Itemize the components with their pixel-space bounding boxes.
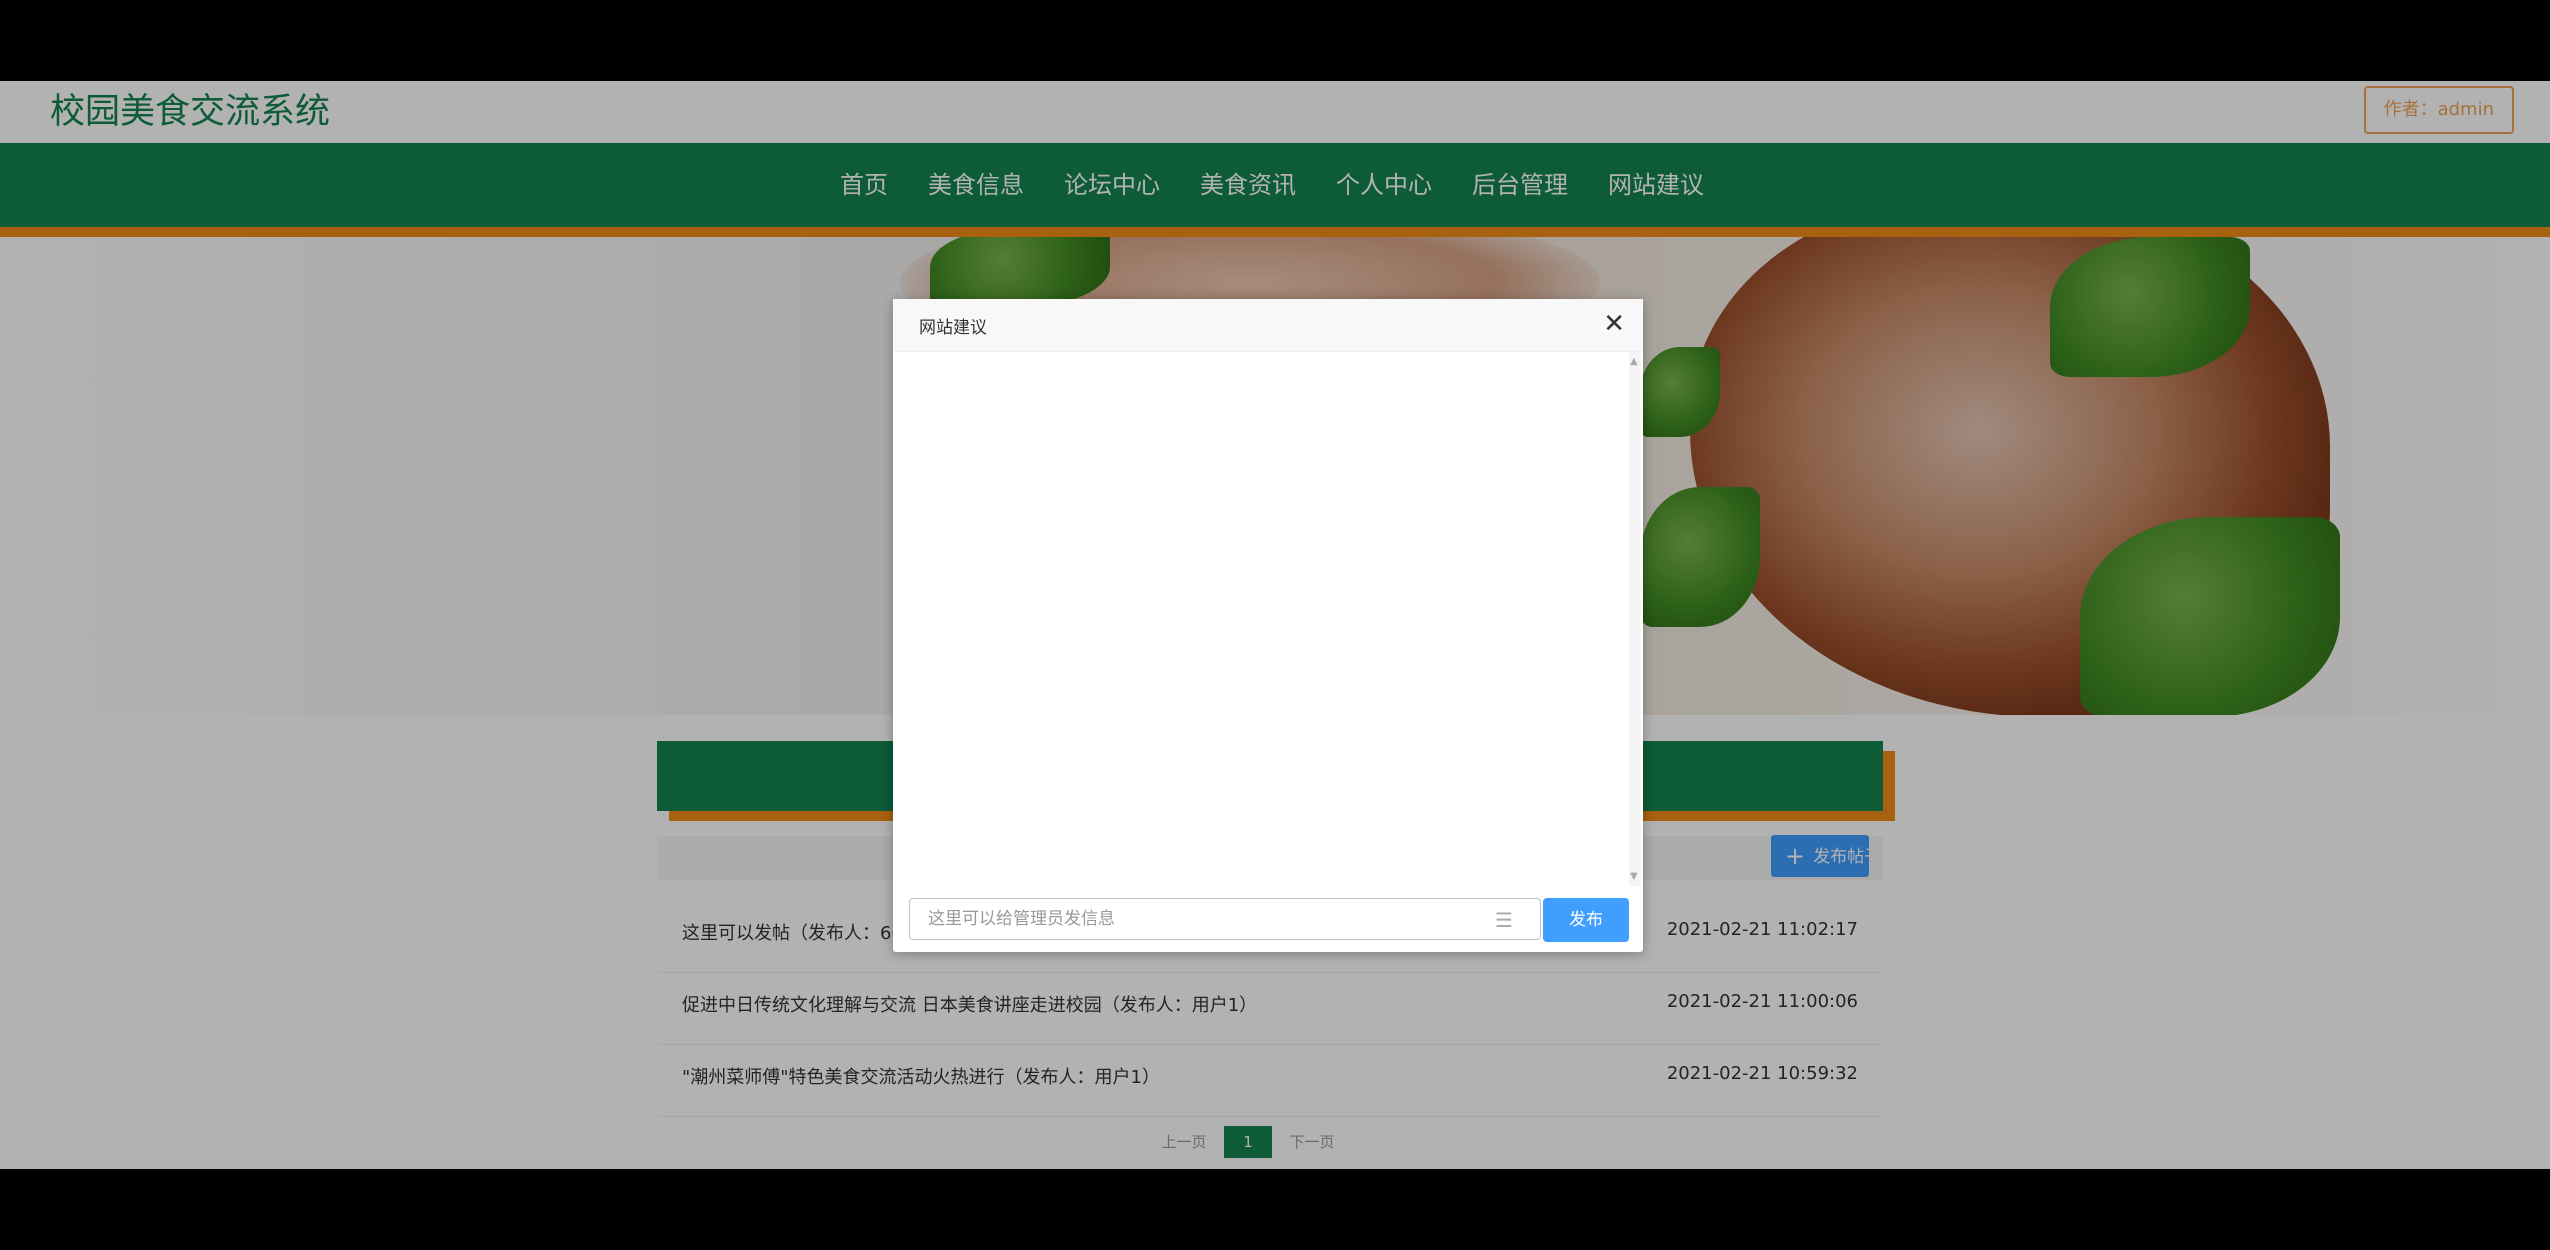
list-icon: ☰ [1495,908,1513,932]
dialog-header: 网站建议 ✕ [893,299,1643,352]
send-button[interactable]: 发布 [1543,898,1629,942]
scrollbar[interactable]: ▲ ▼ [1629,352,1641,886]
page: 校园美食交流系统 作者：admin 首页 美食信息 论坛中心 美食资讯 个人中心… [0,81,2550,1169]
close-icon[interactable]: ✕ [1603,309,1625,339]
message-area: ▲ ▼ [893,352,1643,886]
scroll-down-icon[interactable]: ▼ [1630,871,1638,882]
dialog-footer: ☰ 发布 [893,886,1643,952]
dialog-title: 网站建议 [919,318,987,338]
scroll-up-icon[interactable]: ▲ [1630,356,1638,367]
message-input[interactable] [909,898,1541,940]
suggestion-dialog: 网站建议 ✕ ▲ ▼ ☰ 发布 [893,299,1643,952]
